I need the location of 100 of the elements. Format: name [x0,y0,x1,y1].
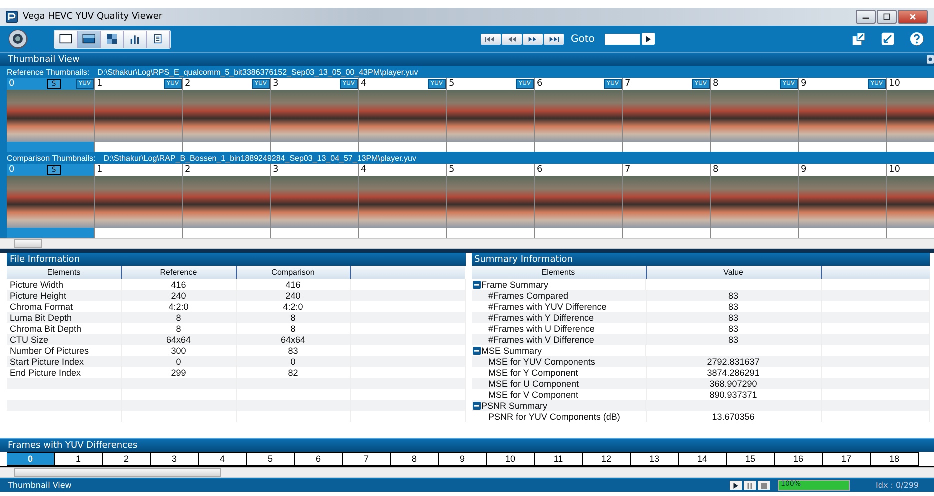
frame-tab[interactable]: 14 [679,452,727,466]
frame-number: 8 [713,165,719,175]
nav-button[interactable] [481,34,501,44]
frame-tab[interactable]: 4 [199,452,247,466]
expand-icon[interactable] [881,32,895,46]
frame-number: 0 [9,79,15,89]
play-button[interactable] [730,481,742,490]
column-header[interactable]: Value [646,266,822,279]
panel-title: File Information [7,253,466,266]
frame-tab[interactable]: 16 [775,452,823,466]
frame-tab[interactable]: 1 [55,452,103,466]
thumbnail-frame[interactable]: 2 [183,164,271,238]
disc-icon[interactable] [8,29,28,49]
thumbnail-frame[interactable]: 1 [95,164,183,238]
thumbnail-frame[interactable]: 4 [359,164,447,238]
panel-title: Summary Information [472,253,930,266]
frame-number: 5 [449,79,455,89]
frame-tab[interactable]: 0 [7,452,55,466]
table-cell: 8 [122,312,236,323]
first-arrows-icon [485,36,497,42]
split-view-icon [82,34,96,44]
file-path: D:\Sthakur\Log\RPS_E_qualcomm_5_bit3386376152_Sep03_13_05_00_43PM\player.yuv [98,68,418,76]
thumbnail-frame[interactable]: 9 [799,164,887,238]
collapse-icon[interactable] [472,280,480,288]
splitter-handle[interactable] [0,249,934,253]
thumbnail-frame[interactable]: 3 [271,164,359,238]
frame-tab[interactable]: 9 [439,452,487,466]
pause-icon [747,482,753,488]
frame-number: 2 [185,165,191,175]
thumbnails-label: Comparison Thumbnails: [7,154,96,162]
frame-tab[interactable]: 3 [151,452,199,466]
frame-number: 8 [713,79,719,89]
frame-tab[interactable]: 17 [823,452,871,466]
restore-window-icon[interactable] [852,32,866,46]
frame-tab[interactable]: 10 [487,452,535,466]
nav-button[interactable] [502,34,522,44]
pin-icon[interactable] [927,55,934,64]
table-cell: MSE for YUV Components [472,356,646,367]
frame-number: 4 [361,79,367,89]
frame-number: 9 [801,165,807,175]
frame-tab[interactable]: 8 [391,452,439,466]
frame-number: 3 [273,79,279,89]
table-cell: Luma Bit Depth [7,312,122,323]
last-arrows-icon [548,36,560,42]
next-arrows-icon [527,36,539,42]
frame-number: 4 [361,165,367,175]
frame-number: 2 [185,79,191,89]
collapse-icon[interactable] [472,346,480,354]
thumbnail-frame[interactable]: 7 [623,164,711,238]
frame-tab[interactable]: 2 [103,452,151,466]
nav-button[interactable] [544,34,564,44]
thumbnails-label: Reference Thumbnails: [7,68,90,76]
horizontal-scrollbar[interactable] [0,238,934,249]
table-cell: 0 [122,356,236,367]
view-button[interactable] [101,30,124,48]
play-icon [733,482,739,488]
frame-tab[interactable]: 7 [343,452,391,466]
thumbnail-frame[interactable]: 8 [711,164,799,238]
checker-icon [107,34,117,44]
view-button[interactable] [147,30,170,48]
horizontal-scrollbar[interactable] [0,467,934,478]
thumbnail-frame[interactable]: 5 [447,164,535,238]
frame-tab[interactable]: 6 [295,452,343,466]
nav-button[interactable] [523,34,543,44]
maximize-button[interactable] [877,10,897,24]
column-header[interactable]: Elements [472,266,646,279]
frame-icon [59,34,73,44]
view-button[interactable] [78,30,101,48]
frame-tab[interactable]: 12 [583,452,631,466]
column-header[interactable]: Elements [7,266,122,279]
frame-tab[interactable]: 5 [247,452,295,466]
section-title: Frames with YUV Differences [8,440,138,450]
frame-tab[interactable]: 11 [535,452,583,466]
table-cell: 83 [646,334,822,345]
table-cell: 64x64 [122,334,236,345]
thumbnail-frame[interactable]: 6 [535,164,623,238]
frame-tab[interactable]: 18 [871,452,919,466]
window-title: Vega HEVC YUV Quality Viewer [23,12,163,22]
table-cell: #Frames Compared [472,290,646,301]
collapse-icon[interactable] [472,402,480,410]
document-icon [153,34,163,44]
view-button[interactable] [124,30,147,48]
stop-button[interactable] [758,481,770,490]
close-button[interactable] [898,10,928,24]
view-button[interactable] [55,30,78,48]
table-cell: 240 [122,290,236,301]
frame-number: 6 [537,79,543,89]
table-cell: CTU Size [7,334,122,345]
column-header[interactable]: Comparison [236,266,350,279]
help-icon[interactable] [910,32,924,46]
frame-number: 7 [625,165,631,175]
column-header[interactable]: Reference [122,266,236,279]
close-icon [909,13,917,21]
table-cell: PSNR for YUV Components (dB) [472,411,646,422]
frame-tab[interactable]: 15 [727,452,775,466]
minimize-button[interactable] [856,10,876,24]
section-title: Thumbnail View [8,54,80,64]
goto-input[interactable] [604,34,640,44]
go-button[interactable] [642,33,655,45]
frame-tab[interactable]: 13 [631,452,679,466]
